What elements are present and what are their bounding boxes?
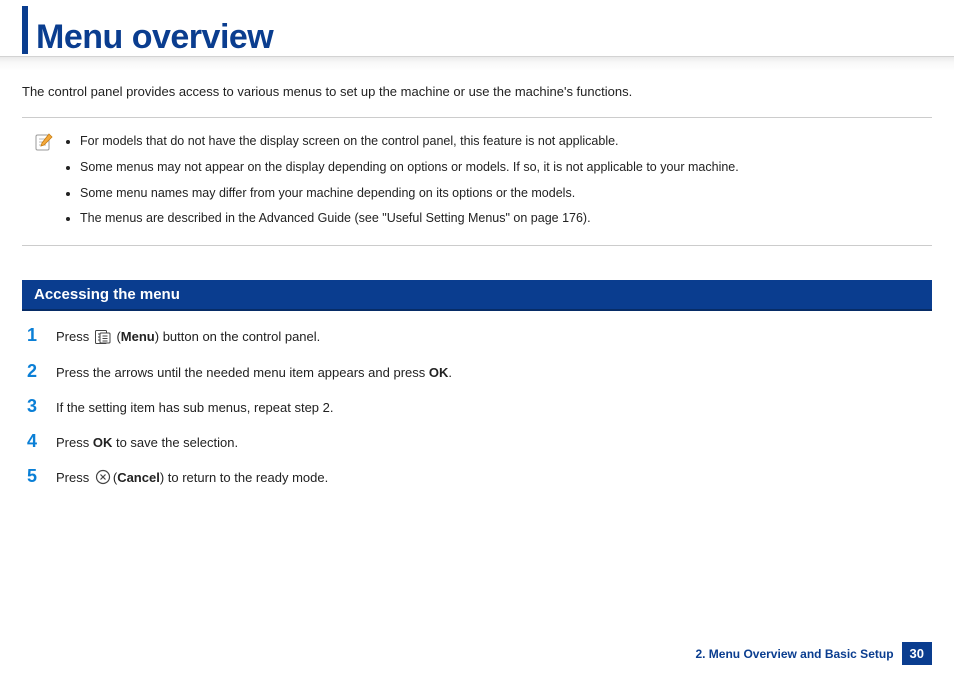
title-underline bbox=[0, 56, 954, 70]
menu-button-icon bbox=[95, 330, 111, 347]
page-title: Menu overview bbox=[36, 20, 273, 54]
step-number: 1 bbox=[22, 325, 42, 346]
step-3: 3 If the setting item has sub menus, rep… bbox=[22, 396, 932, 417]
step-number: 2 bbox=[22, 361, 42, 382]
intro-text: The control panel provides access to var… bbox=[22, 84, 932, 99]
step-2: 2 Press the arrows until the needed menu… bbox=[22, 361, 932, 382]
note-list: For models that do not have the display … bbox=[66, 130, 916, 231]
page-footer: 2. Menu Overview and Basic Setup 30 bbox=[695, 642, 932, 665]
step-4: 4 Press OK to save the selection. bbox=[22, 431, 932, 452]
note-box: For models that do not have the display … bbox=[22, 117, 932, 246]
step-text: Press (Cancel) to return to the ready mo… bbox=[56, 469, 328, 488]
step-number: 5 bbox=[22, 466, 42, 487]
step-text: Press OK to save the selection. bbox=[56, 435, 238, 450]
note-pencil-icon bbox=[34, 132, 54, 161]
note-item: The menus are described in the Advanced … bbox=[80, 207, 916, 231]
steps-list: 1 Press (Menu) button on the control pan… bbox=[22, 325, 932, 488]
section-header: Accessing the menu bbox=[22, 280, 932, 311]
step-text: If the setting item has sub menus, repea… bbox=[56, 400, 334, 415]
note-item: Some menus may not appear on the display… bbox=[80, 156, 916, 180]
note-item: For models that do not have the display … bbox=[80, 130, 916, 154]
step-5: 5 Press (Cancel) to return to the ready … bbox=[22, 466, 932, 488]
page-number: 30 bbox=[902, 642, 932, 665]
step-number: 4 bbox=[22, 431, 42, 452]
cancel-button-icon bbox=[95, 469, 111, 488]
note-item: Some menu names may differ from your mac… bbox=[80, 182, 916, 206]
step-number: 3 bbox=[22, 396, 42, 417]
footer-chapter: 2. Menu Overview and Basic Setup bbox=[695, 647, 893, 661]
step-text: Press the arrows until the needed menu i… bbox=[56, 365, 452, 380]
document-page: Menu overview The control panel provides… bbox=[0, 6, 954, 681]
step-1: 1 Press (Menu) button on the control pan… bbox=[22, 325, 932, 347]
step-text: Press (Menu) button on the control panel… bbox=[56, 329, 320, 347]
title-bar: Menu overview bbox=[22, 6, 932, 54]
